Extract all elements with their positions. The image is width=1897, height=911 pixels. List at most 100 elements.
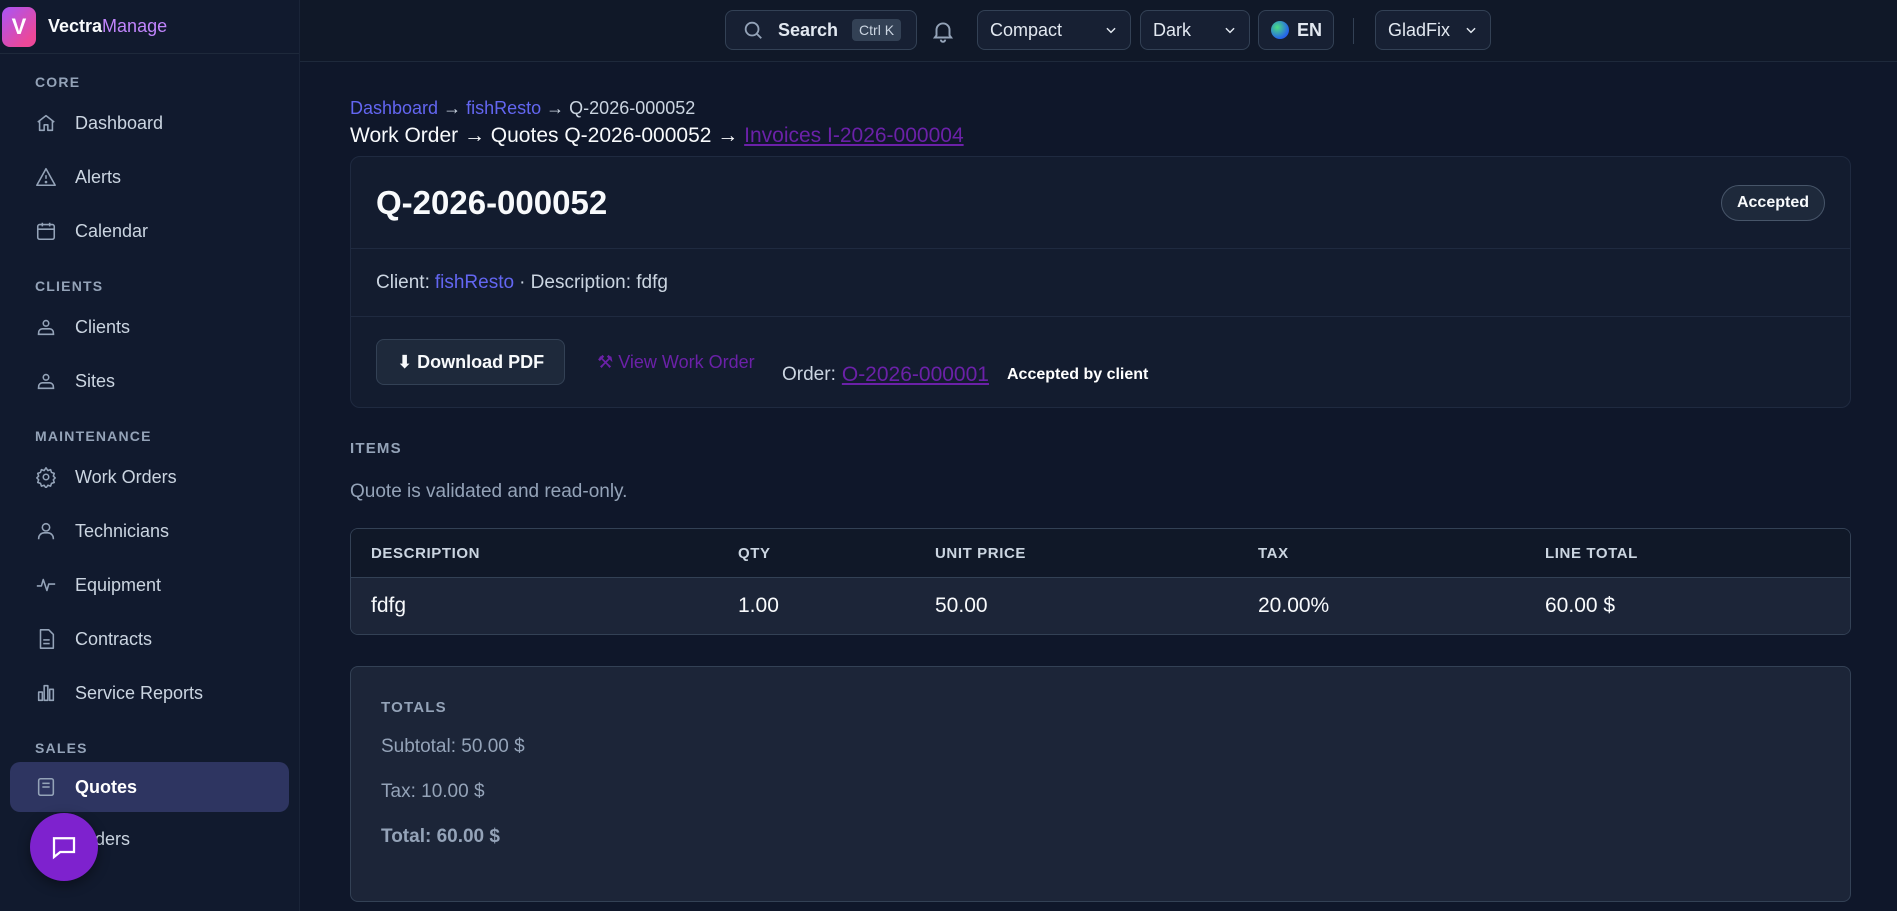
total-line: Total: 60.00 $ bbox=[381, 826, 500, 847]
description-text: · Description: fdfg bbox=[519, 271, 668, 293]
accepted-by-text: Accepted by client bbox=[1006, 366, 1149, 383]
breadcrumb-dashboard[interactable]: Dashboard bbox=[350, 98, 438, 118]
language-value: EN bbox=[1297, 19, 1323, 40]
users-icon bbox=[35, 316, 57, 338]
sidebar-item-label: Calendar bbox=[75, 220, 149, 241]
bell-icon[interactable] bbox=[930, 18, 956, 44]
sidebar-item-quotes[interactable]: Quotes bbox=[10, 762, 289, 812]
alert-triangle-icon bbox=[35, 166, 57, 188]
client-label: Client: bbox=[376, 271, 430, 293]
user-menu[interactable]: GladFix bbox=[1375, 10, 1491, 50]
sidebar-item-equipment[interactable]: Equipment bbox=[0, 558, 299, 612]
globe-icon bbox=[1271, 21, 1289, 39]
breadcrumb-client[interactable]: fishResto bbox=[466, 98, 541, 118]
search-icon bbox=[744, 21, 762, 39]
sidebar-item-contracts[interactable]: Contracts bbox=[0, 612, 299, 666]
quote-icon bbox=[35, 776, 57, 798]
calendar-icon bbox=[35, 220, 57, 242]
sidebar-item-label: Clients bbox=[75, 316, 131, 337]
column-header: LINE TOTAL bbox=[1545, 544, 1638, 562]
status-badge: Accepted bbox=[1720, 184, 1825, 221]
bar-chart-icon bbox=[35, 682, 57, 704]
column-header: QTY bbox=[738, 544, 771, 562]
search-button[interactable]: Search Ctrl K bbox=[725, 10, 917, 50]
density-value: Compact bbox=[990, 19, 1063, 40]
sidebar-item-label: Work Orders bbox=[75, 466, 177, 487]
sidebar-item-label: Service Reports bbox=[75, 682, 204, 703]
actions-row: ⬇ Download PDF ⚒ View Work Order Order: … bbox=[351, 317, 1850, 407]
theme-select[interactable]: Dark bbox=[1140, 10, 1250, 50]
main-content: Dashboard → fishResto → Q-2026-000052 Wo… bbox=[350, 62, 1851, 902]
column-header: UNIT PRICE bbox=[935, 544, 1027, 562]
pulse-icon bbox=[35, 574, 57, 596]
order-label: Order: bbox=[782, 364, 836, 385]
brand[interactable]: V VectraManage bbox=[0, 0, 299, 54]
density-select[interactable]: Compact bbox=[977, 10, 1131, 50]
quote-header-card: Q-2026-000052 Accepted Client: fishResto… bbox=[350, 156, 1851, 408]
chevron-down-icon bbox=[1225, 27, 1235, 34]
sidebar-item-label: Dashboard bbox=[75, 112, 164, 133]
invoice-link[interactable]: Invoices I-2026-000004 bbox=[744, 124, 964, 147]
gear-icon bbox=[35, 466, 57, 488]
home-icon bbox=[35, 112, 57, 134]
sidebar-item-label: Equipment bbox=[75, 574, 162, 595]
totals-title: TOTALS bbox=[381, 699, 447, 716]
document-flow-text: Work Order → Quotes Q-2026-000052 → bbox=[350, 124, 739, 147]
items-section-title: ITEMS bbox=[350, 440, 402, 457]
sidebar-item-service-reports[interactable]: Service Reports bbox=[0, 666, 299, 720]
search-shortcut: Ctrl K bbox=[852, 19, 902, 41]
sidebar-nav: CORE Dashboard Alerts Calendar CLIENTS Client… bbox=[0, 54, 299, 866]
sidebar-item-calendar[interactable]: Calendar bbox=[0, 204, 299, 258]
table-header: DESCRIPTION QTY UNIT PRICE TAX LINE TOTA… bbox=[351, 529, 1850, 578]
breadcrumb: Dashboard → fishResto → Q-2026-000052 bbox=[350, 98, 1851, 124]
topbar: Search Ctrl K Compact Dark EN GladFix bbox=[300, 0, 1897, 62]
sidebar-item-sites[interactable]: Sites bbox=[0, 354, 299, 408]
theme-value: Dark bbox=[1153, 19, 1192, 40]
sidebar-item-label: Sites bbox=[75, 370, 116, 391]
sidebar-item-label: Technicians bbox=[75, 520, 170, 541]
nav-section-title: MAINTENANCE bbox=[35, 428, 152, 444]
language-button[interactable]: EN bbox=[1258, 10, 1334, 50]
search-label: Search bbox=[778, 19, 839, 40]
table-row: fdfg 1.00 50.00 20.00% 60.00 $ bbox=[351, 578, 1850, 634]
cell-line-total: 60.00 $ bbox=[1545, 594, 1616, 617]
nav-section-title: SALES bbox=[35, 740, 88, 756]
cell-qty: 1.00 bbox=[738, 594, 779, 617]
sidebar-item-technicians[interactable]: Technicians bbox=[0, 504, 299, 558]
brand-name-part1: Vectra bbox=[48, 16, 103, 36]
nav-section-title: CORE bbox=[35, 74, 81, 90]
chat-button[interactable] bbox=[30, 813, 98, 881]
chevron-down-icon bbox=[1466, 27, 1476, 34]
order-link[interactable]: O-2026-000001 bbox=[842, 363, 989, 387]
column-header: DESCRIPTION bbox=[371, 544, 481, 562]
order-info: Order: O-2026-000001 Accepted by client bbox=[782, 363, 1148, 387]
chevron-down-icon bbox=[1106, 27, 1116, 34]
client-link[interactable]: fishResto bbox=[435, 272, 514, 294]
user-name: GladFix bbox=[1388, 19, 1451, 40]
brand-logo: V bbox=[2, 6, 36, 47]
nav-section-title: CLIENTS bbox=[35, 278, 104, 294]
breadcrumb-separator: → bbox=[443, 98, 462, 118]
download-pdf-button[interactable]: ⬇ Download PDF bbox=[376, 339, 566, 385]
sidebar-item-label: Quotes bbox=[75, 776, 138, 797]
cell-unit-price: 50.00 bbox=[935, 594, 988, 617]
sidebar-item-work-orders[interactable]: Work Orders bbox=[0, 450, 299, 504]
sidebar: V VectraManage CORE Dashboard Alerts Calend… bbox=[0, 0, 300, 911]
brand-name: VectraManage bbox=[48, 16, 167, 37]
page-title: Q-2026-000052 bbox=[376, 183, 608, 221]
quote-title-row: Q-2026-000052 Accepted bbox=[351, 157, 1850, 249]
client-row: Client: fishResto · Description: fdfg bbox=[351, 249, 1850, 317]
document-icon bbox=[35, 628, 57, 650]
column-header: TAX bbox=[1258, 544, 1289, 562]
sidebar-item-dashboard[interactable]: Dashboard bbox=[0, 96, 299, 150]
items-table: DESCRIPTION QTY UNIT PRICE TAX LINE TOTA… bbox=[350, 528, 1851, 635]
sidebar-item-label: Contracts bbox=[75, 628, 153, 649]
cell-tax: 20.00% bbox=[1258, 594, 1330, 617]
view-work-order-link[interactable]: ⚒ View Work Order bbox=[597, 352, 755, 373]
cell-description: fdfg bbox=[371, 594, 407, 617]
sidebar-item-clients[interactable]: Clients bbox=[0, 300, 299, 354]
sidebar-item-alerts[interactable]: Alerts bbox=[0, 150, 299, 204]
document-flow: Work Order → Quotes Q-2026-000052 → Invo… bbox=[350, 124, 1851, 156]
subtotal-line: Subtotal: 50.00 $ bbox=[381, 736, 525, 757]
sites-icon bbox=[35, 370, 57, 392]
